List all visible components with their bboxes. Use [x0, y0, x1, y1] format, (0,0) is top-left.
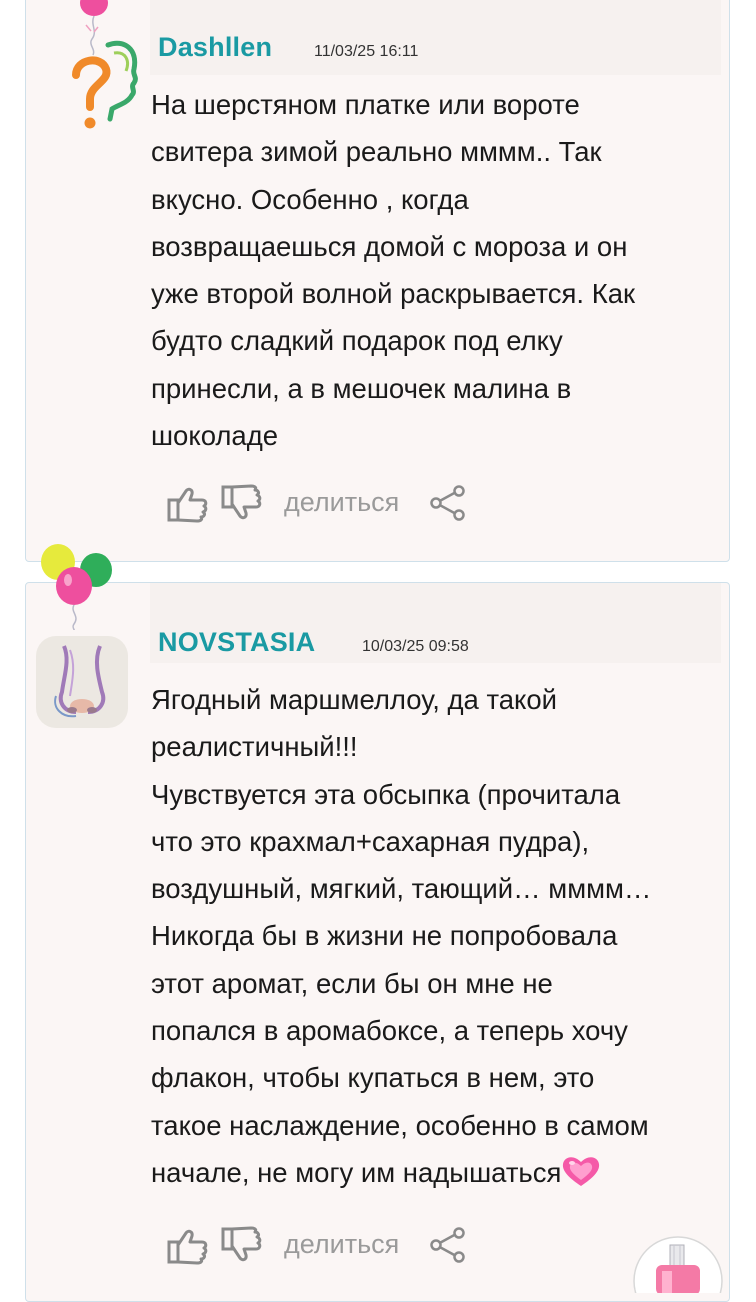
- comment-username[interactable]: NOVSTASIA: [158, 627, 315, 658]
- share-label[interactable]: делиться: [284, 1229, 399, 1260]
- thumbs-down-icon[interactable]: [220, 1225, 262, 1265]
- share-icon[interactable]: [428, 483, 468, 523]
- perfume-bottle-thumbnail[interactable]: [632, 1233, 728, 1293]
- comment-date: 11/03/25 16:11: [314, 43, 419, 60]
- comment-date: 10/03/25 09:58: [362, 638, 469, 655]
- thumbs-up-icon[interactable]: [166, 1227, 208, 1267]
- comment-actions: делиться: [166, 483, 486, 525]
- avatar-nose[interactable]: [36, 636, 128, 728]
- comment-text: На шерстяном платке или вороте свитера з…: [151, 89, 636, 452]
- share-label[interactable]: делиться: [284, 487, 399, 518]
- comment-username[interactable]: Dashllen: [158, 32, 272, 63]
- growing-heart-emoji: [563, 1157, 600, 1186]
- comment-card: NOVSTASIA 10/03/25 09:58 Ягодный маршмел…: [25, 582, 730, 1302]
- comment-card: Dashllen 11/03/25 16:11 На шерстяном пла…: [25, 0, 730, 562]
- thumbs-up-icon[interactable]: [166, 485, 208, 525]
- thumbs-down-icon[interactable]: [220, 483, 262, 523]
- balloons-decoration: [41, 544, 112, 630]
- comment-actions: делиться: [166, 1225, 486, 1267]
- avatar-question-face[interactable]: [46, 0, 146, 140]
- comment-text: Ягодный маршмеллоу, да такой реалистичны…: [151, 676, 721, 1196]
- comment-text-body: Ягодный маршмеллоу, да такой реалистичны…: [151, 684, 652, 1188]
- share-icon[interactable]: [428, 1225, 468, 1265]
